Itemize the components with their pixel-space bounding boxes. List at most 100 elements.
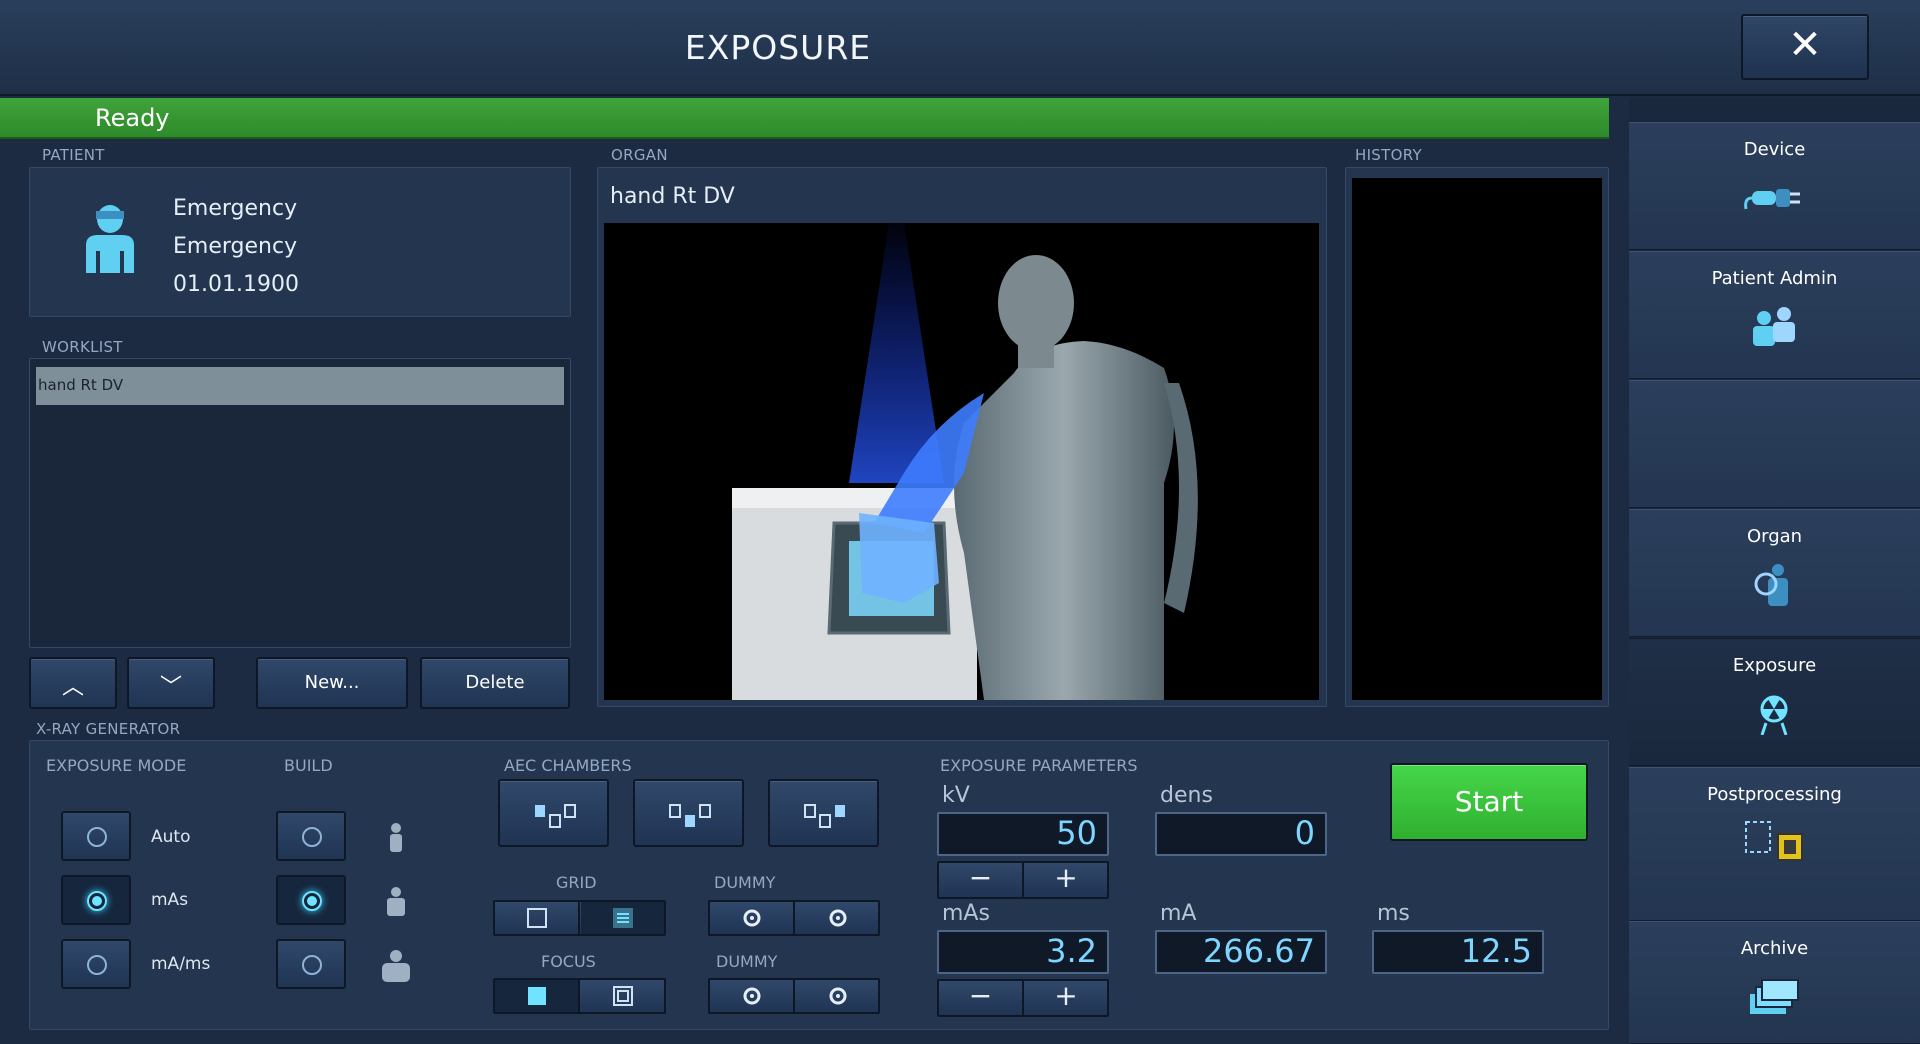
- focus-toggle: [493, 978, 666, 1014]
- build-large-radio[interactable]: [276, 939, 346, 989]
- organ-section-label: ORGAN: [611, 146, 668, 164]
- kv-field[interactable]: 50: [937, 812, 1109, 856]
- ma-label: mA: [1160, 901, 1197, 926]
- grid-label: GRID: [556, 873, 597, 892]
- title-bar: EXPOSURE ✕: [0, 0, 1920, 96]
- aec-center-icon: [669, 804, 711, 827]
- start-button[interactable]: Start: [1390, 763, 1588, 841]
- dummy2-option-a[interactable]: [710, 980, 795, 1012]
- chevron-down-icon: ﹀: [159, 675, 182, 700]
- organ-image: [604, 223, 1319, 700]
- nav-exposure-label: Exposure: [1732, 655, 1817, 676]
- window-title: EXPOSURE: [684, 28, 872, 67]
- mas-plus-button[interactable]: +: [1025, 981, 1107, 1015]
- delete-button[interactable]: Delete: [420, 657, 570, 709]
- person-slim-icon: [390, 823, 402, 852]
- radio-indicator: [302, 891, 322, 911]
- mode-ma-ms-radio[interactable]: [61, 939, 131, 989]
- patient-positioning-illustration: [732, 223, 1198, 700]
- nav-postprocessing[interactable]: Postprocessing: [1629, 767, 1920, 921]
- nav-organ[interactable]: Organ: [1629, 509, 1920, 637]
- ms-field[interactable]: 12.5: [1372, 930, 1544, 974]
- dummy1-option-a[interactable]: [710, 902, 795, 934]
- radio-indicator: [302, 827, 322, 847]
- dummy-dot-icon: [743, 987, 761, 1005]
- mode-mas-radio[interactable]: [61, 875, 131, 925]
- grid-on-icon: [613, 908, 633, 928]
- ma-field[interactable]: 266.67: [1155, 930, 1327, 974]
- worklist-item[interactable]: hand Rt DV: [36, 367, 564, 405]
- history-section-label: HISTORY: [1355, 146, 1422, 164]
- dummy1-label: DUMMY: [714, 873, 776, 892]
- history-list: [1352, 178, 1602, 700]
- focus-large-option[interactable]: [581, 980, 664, 1012]
- history-panel: [1345, 167, 1609, 707]
- dummy1-toggle: [708, 900, 880, 936]
- nav-device[interactable]: Device: [1629, 122, 1920, 250]
- build-slim-radio[interactable]: [276, 811, 346, 861]
- nav-empty-slot: [1629, 380, 1920, 508]
- dummy2-toggle: [708, 978, 880, 1014]
- dummy-dot-icon: [829, 909, 847, 927]
- aec-right-icon: [804, 804, 845, 828]
- nav-organ-label: Organ: [1746, 526, 1803, 547]
- dens-field[interactable]: 0: [1155, 812, 1327, 856]
- aec-chamber-right-button[interactable]: [768, 779, 879, 847]
- patient-icon: [86, 205, 134, 273]
- aec-left-icon: [535, 804, 576, 828]
- aec-chamber-left-button[interactable]: [498, 779, 609, 847]
- kv-minus-button[interactable]: −: [939, 863, 1024, 897]
- organ-icon: [1754, 564, 1788, 606]
- mas-label: mAs: [942, 901, 990, 926]
- mode-mas-label: mAs: [151, 890, 189, 910]
- focus-small-option[interactable]: [495, 980, 580, 1012]
- person-large-icon: [382, 950, 410, 982]
- mas-stepper: − +: [937, 979, 1109, 1017]
- dummy2-option-b[interactable]: [796, 980, 878, 1012]
- scroll-up-button[interactable]: ︿: [29, 657, 117, 709]
- status-text: Ready: [95, 104, 170, 132]
- dummy1-option-b[interactable]: [796, 902, 878, 934]
- grid-off-icon: [527, 908, 547, 928]
- nav-archive-label: Archive: [1740, 938, 1809, 959]
- focus-large-icon: [613, 986, 633, 1006]
- mas-field[interactable]: 3.2: [937, 930, 1109, 974]
- device-plug-icon: [1744, 189, 1800, 210]
- build-normal-radio[interactable]: [276, 875, 346, 925]
- grid-on-option[interactable]: [581, 902, 664, 934]
- kv-stepper: − +: [937, 861, 1109, 899]
- mas-minus-button[interactable]: −: [939, 981, 1024, 1015]
- grid-off-option[interactable]: [495, 902, 580, 934]
- organ-name: hand Rt DV: [610, 184, 735, 209]
- scroll-down-button[interactable]: ﹀: [127, 657, 215, 709]
- radio-indicator: [87, 891, 107, 911]
- aec-chambers-label: AEC CHAMBERS: [504, 756, 632, 775]
- nav-patient-admin-label: Patient Admin: [1711, 268, 1838, 289]
- archive-icon: [1750, 979, 1799, 1014]
- nav-postprocessing-label: Postprocessing: [1707, 784, 1842, 805]
- close-button[interactable]: ✕: [1741, 14, 1869, 80]
- nav-archive[interactable]: Archive: [1629, 921, 1920, 1044]
- status-bar: Ready: [0, 98, 1609, 139]
- mode-auto-label: Auto: [151, 827, 191, 847]
- dummy2-label: DUMMY: [716, 952, 778, 971]
- new-button[interactable]: New...: [256, 657, 408, 709]
- focus-small-icon: [528, 987, 546, 1005]
- mode-auto-radio[interactable]: [61, 811, 131, 861]
- dummy-dot-icon: [743, 909, 761, 927]
- build-label: BUILD: [284, 756, 333, 775]
- chevron-up-icon: ︿: [61, 675, 84, 700]
- nav-patient-admin[interactable]: Patient Admin: [1629, 251, 1920, 379]
- exposure-app: EXPOSURE ✕ Ready PATIENT Emergency Emerg…: [0, 0, 1920, 1044]
- dummy-dot-icon: [829, 987, 847, 1005]
- patient-panel: Emergency Emergency 01.01.1900: [29, 167, 571, 317]
- patient-section-label: PATIENT: [42, 146, 105, 164]
- radio-indicator: [87, 827, 107, 847]
- person-normal-icon: [387, 887, 405, 916]
- nav-exposure[interactable]: Exposure: [1629, 638, 1920, 766]
- dens-label: dens: [1160, 783, 1213, 808]
- worklist-panel: hand Rt DV: [29, 358, 571, 648]
- aec-chamber-center-button[interactable]: [633, 779, 744, 847]
- kv-plus-button[interactable]: +: [1025, 863, 1107, 897]
- radiation-icon: [1760, 695, 1788, 735]
